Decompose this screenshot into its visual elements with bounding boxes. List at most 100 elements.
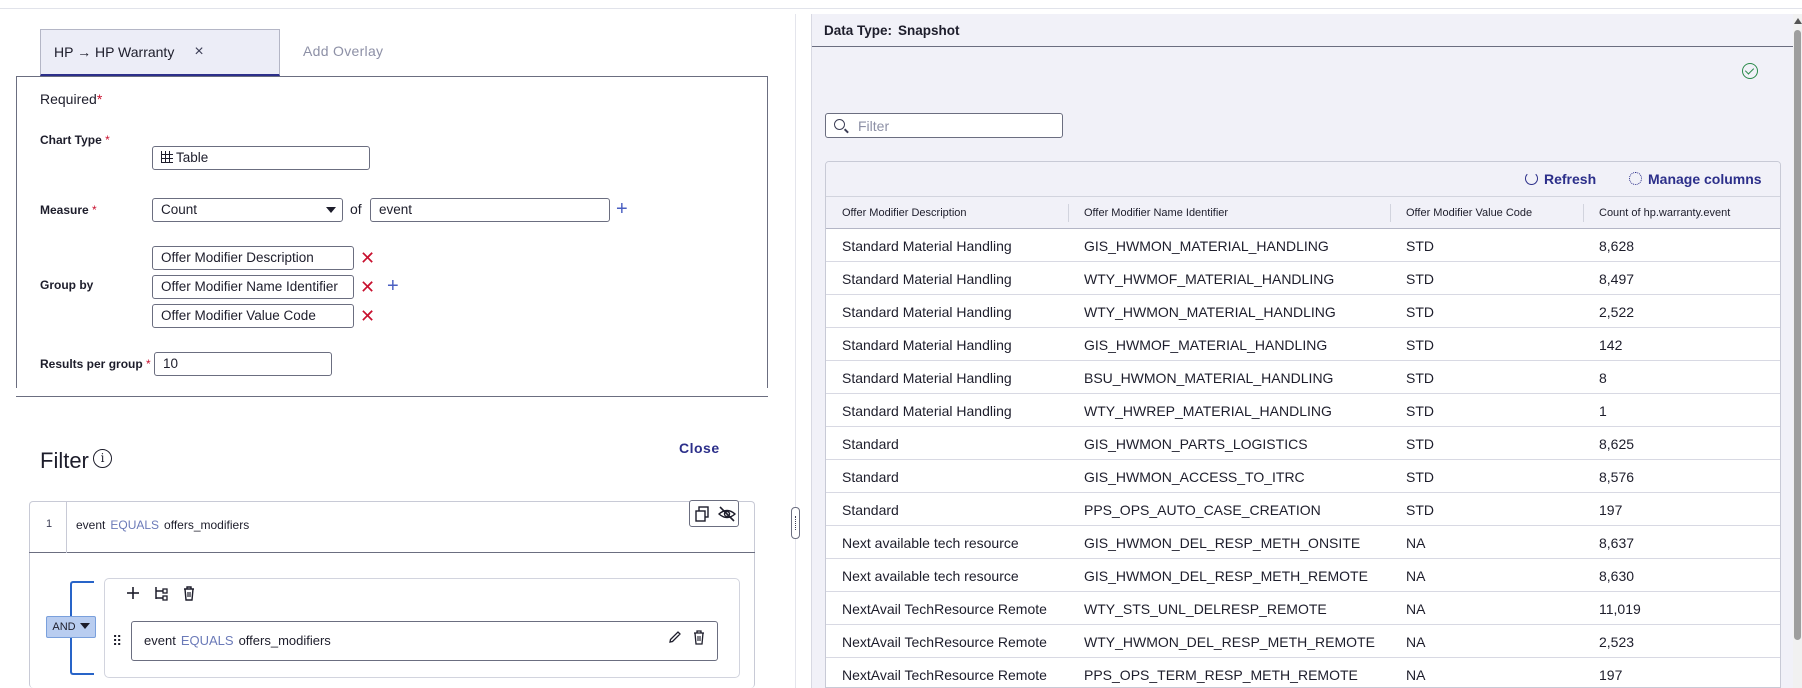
group-toolbar	[124, 585, 198, 603]
table-row[interactable]: Standard PPS_OPS_AUTO_CASE_CREATION STD 197	[826, 493, 1780, 526]
refresh-button[interactable]: Refresh	[1525, 171, 1596, 187]
table-cell: 142	[1599, 337, 1623, 353]
table-cell: 2,523	[1599, 634, 1635, 650]
filter-text-field[interactable]	[856, 117, 1051, 135]
edit-icon[interactable]	[668, 630, 682, 648]
add-condition-icon[interactable]	[124, 585, 142, 603]
delete-condition-icon[interactable]	[692, 630, 706, 648]
table-row[interactable]: Standard Material Handling WTY_HWMON_MATE…	[826, 295, 1780, 328]
table-cell: 2,522	[1599, 304, 1635, 320]
column-header[interactable]: Offer Modifier Description	[842, 207, 967, 219]
measure-select[interactable]: Count	[152, 198, 343, 222]
table-row[interactable]: NextAvail TechResource Remote PPS_OPS_TER…	[826, 658, 1780, 687]
table-cell: 11,019	[1599, 601, 1641, 617]
close-tab-icon[interactable]: ×	[194, 43, 203, 61]
drag-handle-icon[interactable]: ⠿	[112, 633, 122, 650]
chart-type-field[interactable]: Table	[152, 146, 370, 170]
group-by-field-1[interactable]: Offer Modifier Description	[152, 246, 354, 270]
table-cell: GIS_HWMON_PARTS_LOGISTICS	[1084, 436, 1308, 452]
group-by-field-2[interactable]: Offer Modifier Name Identifier	[152, 275, 354, 299]
rule-divider	[66, 501, 67, 553]
results-per-group-input[interactable]: 10	[154, 352, 332, 376]
table-cell: NA	[1406, 634, 1426, 650]
table-row[interactable]: Standard Material Handling GIS_HWMOF_MATE…	[826, 328, 1780, 361]
table-filter-input[interactable]	[825, 113, 1063, 138]
table-cell: GIS_HWMON_DEL_RESP_METH_REMOTE	[1084, 568, 1368, 584]
table-cell: STD	[1406, 469, 1434, 485]
panel-resize-handle[interactable]	[791, 507, 800, 539]
gear-icon	[1629, 172, 1642, 185]
table-row[interactable]: Standard Material Handling WTY_HWMOF_MATE…	[826, 262, 1780, 295]
results-per-group-label: Results per group *	[40, 357, 151, 371]
of-label: of	[350, 201, 362, 217]
add-group-icon[interactable]: +	[387, 276, 399, 296]
scroll-up-arrow-icon[interactable]	[1794, 18, 1802, 24]
table-cell: NA	[1406, 535, 1426, 551]
add-subgroup-icon[interactable]	[152, 585, 170, 603]
table-cell: 8,630	[1599, 568, 1635, 584]
table-cell: PPS_OPS_AUTO_CASE_CREATION	[1084, 502, 1321, 518]
table-row[interactable]: Standard GIS_HWMON_ACCESS_TO_ITRC STD 8,576	[826, 460, 1780, 493]
add-overlay-tab[interactable]: Add Overlay	[303, 43, 383, 59]
table-cell: Next available tech resource	[842, 535, 1019, 551]
table-cell: Standard Material Handling	[842, 271, 1012, 287]
logic-operator-dropdown[interactable]: AND	[46, 616, 96, 638]
column-header[interactable]: Offer Modifier Value Code	[1406, 207, 1532, 219]
table-cell: Standard	[842, 502, 899, 518]
measure-field-input[interactable]: event	[370, 198, 610, 222]
page-scrollbar[interactable]	[1793, 14, 1802, 688]
table-cell: NextAvail TechResource Remote	[842, 601, 1047, 617]
column-header[interactable]: Count of hp.warranty.event	[1599, 207, 1730, 219]
copy-icon[interactable]	[694, 505, 710, 522]
chevron-down-icon	[326, 207, 336, 213]
table-cell: NextAvail TechResource Remote	[842, 667, 1047, 683]
table-row[interactable]: Standard Material Handling BSU_HWMON_MATE…	[826, 361, 1780, 394]
table-row[interactable]: Standard Material Handling WTY_HWREP_MATE…	[826, 394, 1780, 427]
remove-group-2-icon[interactable]: ✕	[360, 278, 375, 296]
table-cell: WTY_HWMON_DEL_RESP_METH_REMOTE	[1084, 634, 1375, 650]
table-row[interactable]: Next available tech resource GIS_HWMON_DE…	[826, 526, 1780, 559]
table-cell: GIS_HWMON_MATERIAL_HANDLING	[1084, 238, 1329, 254]
table-cell: 8,637	[1599, 535, 1635, 551]
remove-group-1-icon[interactable]: ✕	[360, 249, 375, 267]
table-cell: WTY_HWMON_MATERIAL_HANDLING	[1084, 304, 1336, 320]
close-filter-button[interactable]: Close	[679, 440, 720, 456]
table-cell: WTY_HWREP_MATERIAL_HANDLING	[1084, 403, 1332, 419]
table-cell: GIS_HWMON_DEL_RESP_METH_ONSITE	[1084, 535, 1361, 551]
search-icon	[834, 119, 845, 130]
table-cell: Standard Material Handling	[842, 370, 1012, 386]
scrollbar-thumb[interactable]	[1794, 30, 1801, 640]
tab-hp-warranty[interactable]: HP → HP Warranty ×	[40, 29, 280, 76]
table-row[interactable]: NextAvail TechResource Remote WTY_STS_UNL…	[826, 592, 1780, 625]
table-cell: STD	[1406, 238, 1434, 254]
panel-splitter-line	[795, 14, 796, 688]
delete-group-icon[interactable]	[180, 585, 198, 603]
data-type-bar: Data Type: Snapshot	[812, 14, 1794, 47]
rule-actions	[689, 500, 739, 527]
table-cell: 8,497	[1599, 271, 1635, 287]
data-type-value: Snapshot	[898, 22, 960, 38]
hide-icon[interactable]	[717, 505, 737, 522]
table-cell: 8,576	[1599, 469, 1635, 485]
table-cell: STD	[1406, 502, 1434, 518]
table-icon	[161, 151, 173, 163]
table-cell: NA	[1406, 667, 1426, 683]
section-divider	[16, 396, 768, 397]
table-cell: STD	[1406, 271, 1434, 287]
group-by-field-3[interactable]: Offer Modifier Value Code	[152, 304, 354, 328]
remove-group-3-icon[interactable]: ✕	[360, 307, 375, 325]
table-cell: 197	[1599, 667, 1623, 683]
table-row[interactable]: Standard Material Handling GIS_HWMON_MATE…	[826, 229, 1780, 262]
info-icon[interactable]: i	[93, 449, 112, 468]
add-measure-icon[interactable]: +	[616, 199, 628, 219]
table-cell: STD	[1406, 370, 1434, 386]
table-row[interactable]: Standard GIS_HWMON_PARTS_LOGISTICS STD 8,62…	[826, 427, 1780, 460]
table-cell: Next available tech resource	[842, 568, 1019, 584]
table-cell: Standard Material Handling	[842, 403, 1012, 419]
table-row[interactable]: Next available tech resource GIS_HWMON_DE…	[826, 559, 1780, 592]
column-header[interactable]: Offer Modifier Name Identifier	[1084, 207, 1228, 219]
table-cell: NA	[1406, 568, 1426, 584]
manage-columns-button[interactable]: Manage columns	[1629, 171, 1762, 187]
filter-title: Filter	[40, 448, 89, 473]
table-row[interactable]: NextAvail TechResource Remote WTY_HWMON_D…	[826, 625, 1780, 658]
